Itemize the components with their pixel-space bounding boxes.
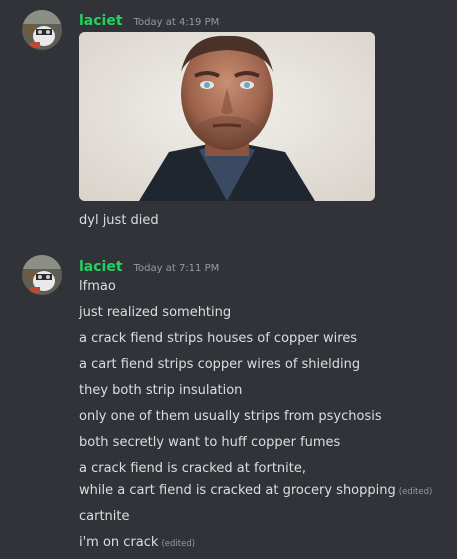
message-text: lfmao [79,279,116,294]
message-text-content: while a cart fiend is cracked at grocery… [79,483,396,498]
username[interactable]: laciet [79,259,123,275]
message-text: both secretly want to huff copper fumes [79,435,341,450]
message-text: a crack fiend is cracked at fortnite, [79,461,306,476]
message-text: a cart fiend strips copper wires of shie… [79,357,361,372]
timestamp: Today at 7:11 PM [133,263,220,274]
message-text: cartnite [79,509,130,524]
message-text-content: i'm on crack [79,535,159,550]
edited-label: (edited) [161,539,196,549]
message-text: only one of them usually strips from psy… [79,409,382,424]
edited-label: (edited) [398,487,433,497]
message-text: just realized somehting [79,305,232,320]
avatar[interactable] [22,255,62,295]
message-text: they both strip insulation [79,383,243,398]
message-text: a crack fiend strips houses of copper wi… [79,331,358,346]
message-text: while a cart fiend is cracked at grocery… [79,483,432,498]
message-group-2: laciet Today at 7:11 PM lfmao just reali… [0,0,457,559]
message-text: i'm on crack (edited) [79,535,195,550]
